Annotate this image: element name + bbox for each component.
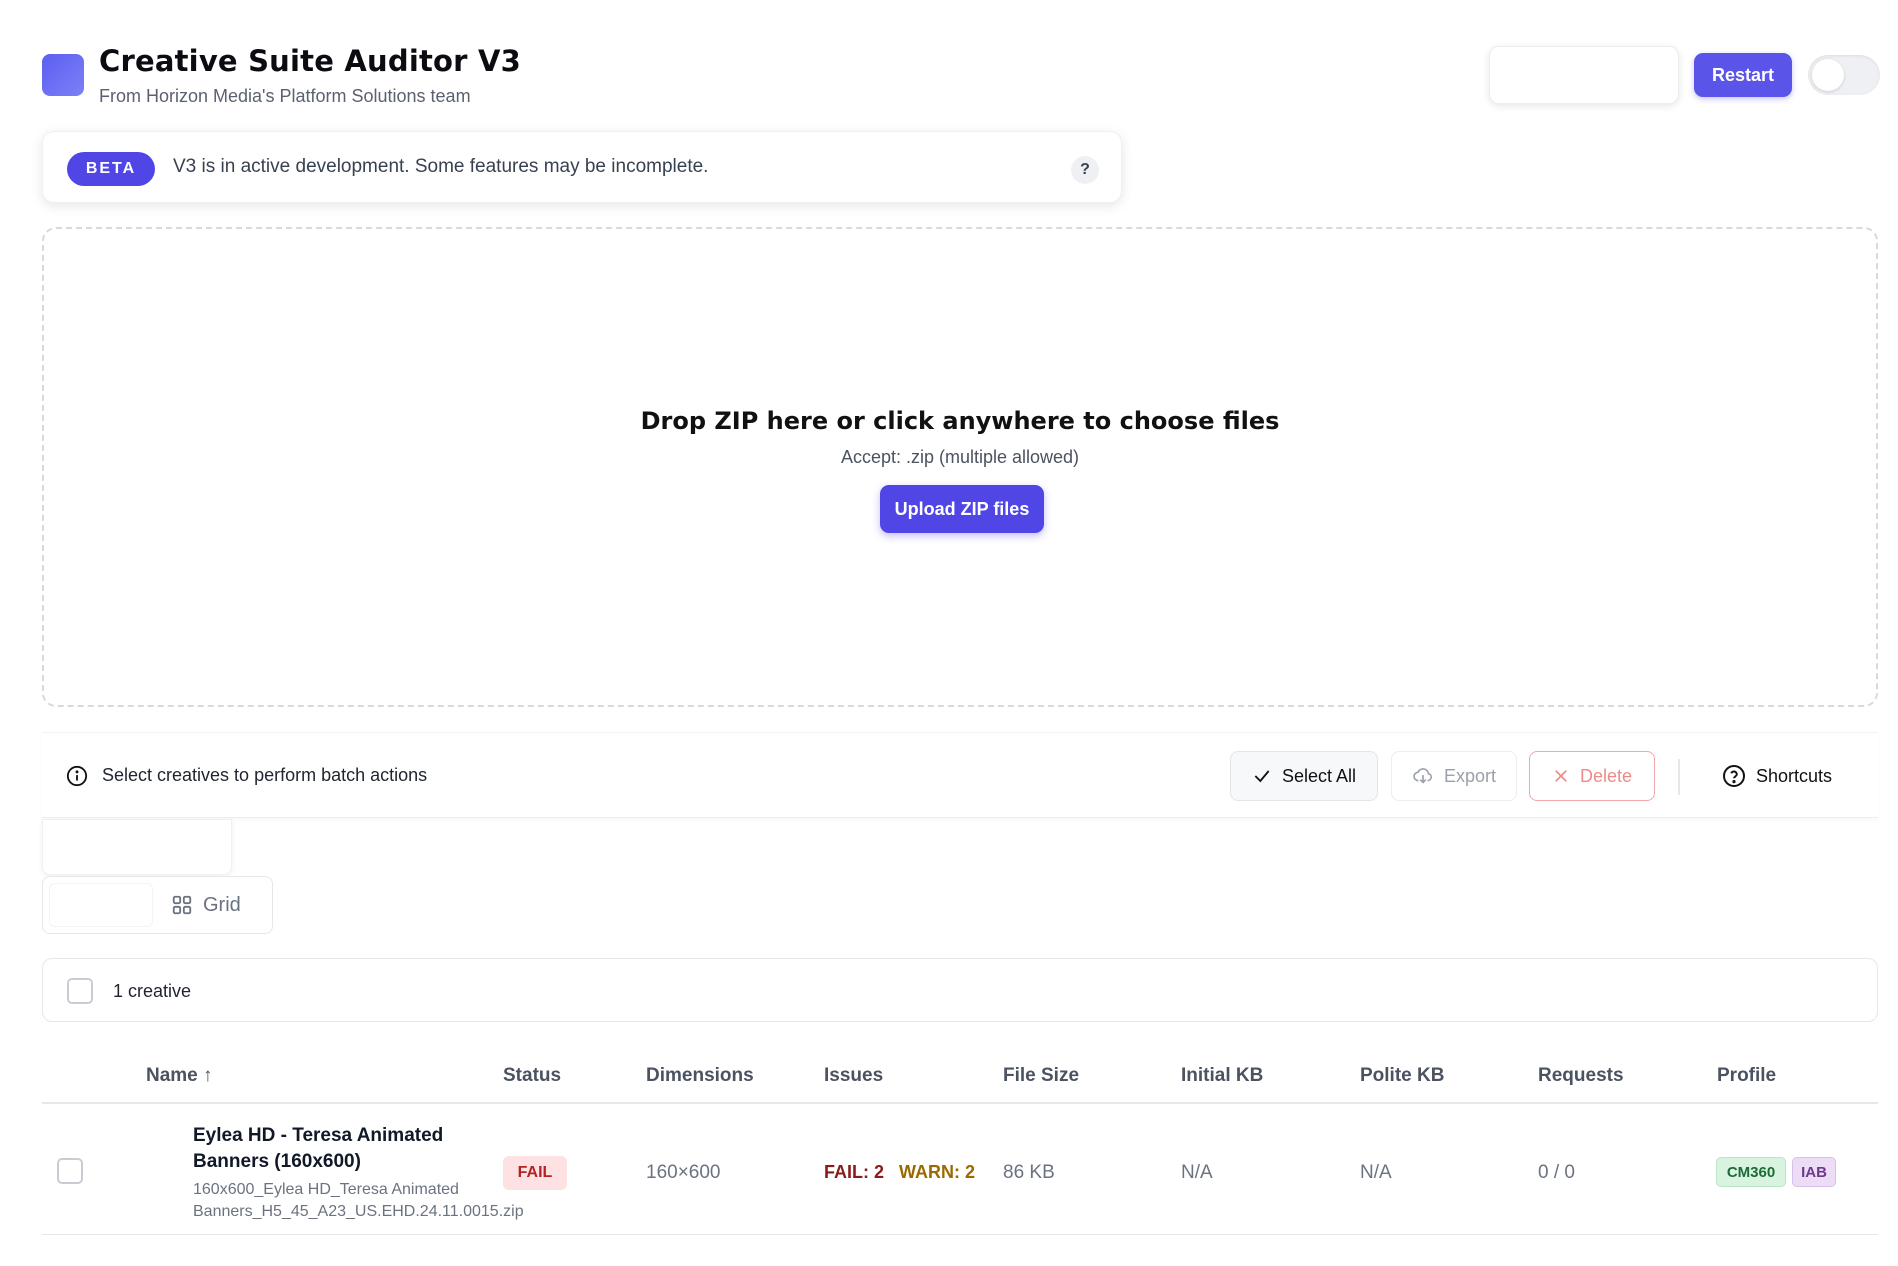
delete-label: Delete xyxy=(1579,765,1633,786)
profile-tag-cm360: CM360 xyxy=(1716,1157,1786,1187)
view-switch: Grid xyxy=(42,876,273,934)
beta-badge: BETA xyxy=(67,152,155,186)
select-all-label: Select All xyxy=(1281,765,1357,786)
column-header-polite-kb[interactable]: Polite KB xyxy=(1360,1065,1444,1087)
initial-kb-cell: N/A xyxy=(1181,1162,1213,1183)
issues-fail-count: FAIL: 2 xyxy=(824,1162,885,1182)
view-grid-option[interactable]: Grid xyxy=(171,883,241,927)
export-label: Export xyxy=(1443,765,1497,786)
close-icon xyxy=(1555,770,1567,782)
dropzone-accept-hint: Accept: .zip (multiple allowed) xyxy=(840,447,1080,467)
column-header-issues[interactable]: Issues xyxy=(824,1065,883,1087)
file-size-cell: 86 KB xyxy=(1003,1162,1055,1183)
column-header-initial-kb[interactable]: Initial KB xyxy=(1181,1065,1263,1087)
column-header-requests[interactable]: Requests xyxy=(1538,1065,1624,1087)
header-blank-panel xyxy=(1489,46,1679,104)
grid-label: Grid xyxy=(203,893,241,916)
upload-dropzone[interactable]: Drop ZIP here or click anywhere to choos… xyxy=(42,227,1878,707)
column-header-profile[interactable]: Profile xyxy=(1717,1065,1776,1087)
view-list-option[interactable] xyxy=(49,883,153,927)
selection-count-row: 1 creative xyxy=(42,958,1878,1022)
requests-cell: 0 / 0 xyxy=(1538,1162,1575,1183)
issues-warn-count: WARN: 2 xyxy=(899,1162,976,1182)
select-all-checkbox[interactable] xyxy=(67,978,93,1004)
dimensions-cell: 160×600 xyxy=(646,1162,721,1183)
page-title: Creative Suite Auditor V3 xyxy=(99,44,521,78)
page-subtitle: From Horizon Media's Platform Solutions … xyxy=(99,86,471,106)
batch-hint: Select creatives to perform batch action… xyxy=(102,765,428,785)
profile-tag-iab: IAB xyxy=(1792,1157,1836,1187)
grid-icon xyxy=(172,895,192,915)
shortcuts-label: Shortcuts xyxy=(1755,765,1833,786)
row-checkbox[interactable] xyxy=(57,1158,83,1184)
creative-count: 1 creative xyxy=(113,981,192,1001)
dropzone-title: Drop ZIP here or click anywhere to choos… xyxy=(640,407,1280,435)
help-icon[interactable]: ? xyxy=(1071,156,1099,184)
theme-toggle[interactable] xyxy=(1808,55,1880,95)
creative-name[interactable]: Eylea HD - Teresa Animated Banners (160x… xyxy=(193,1123,483,1175)
toolbar-divider xyxy=(1678,759,1680,795)
cloud-download-icon xyxy=(1413,768,1432,784)
export-button[interactable]: Export xyxy=(1391,751,1517,801)
polite-kb-cell: N/A xyxy=(1360,1162,1392,1183)
beta-banner: BETA V3 is in active development. Some f… xyxy=(42,131,1122,203)
creative-filename: 160x600_Eylea HD_Teresa Animated Banners… xyxy=(193,1181,524,1220)
column-header-dimensions[interactable]: Dimensions xyxy=(646,1065,754,1087)
batch-actions-bar: Select creatives to perform batch action… xyxy=(42,732,1878,818)
info-icon xyxy=(66,765,88,787)
upload-zip-button[interactable]: Upload ZIP files xyxy=(880,485,1044,533)
table-header: Name ↑ Status Dimensions Issues File Siz… xyxy=(42,1050,1878,1104)
status-badge: FAIL xyxy=(503,1156,567,1190)
check-icon xyxy=(1254,770,1270,783)
column-header-name[interactable]: Name ↑ xyxy=(146,1065,213,1087)
question-circle-icon xyxy=(1722,765,1745,787)
column-header-status[interactable]: Status xyxy=(503,1065,561,1087)
column-header-file-size[interactable]: File Size xyxy=(1003,1065,1079,1087)
restart-button[interactable]: Restart xyxy=(1694,53,1792,97)
select-all-button[interactable]: Select All xyxy=(1230,751,1378,801)
toggle-knob xyxy=(1812,59,1844,91)
issues-cell: FAIL: 2 WARN: 2 xyxy=(824,1162,975,1183)
table-row[interactable]: Eylea HD - Teresa Animated Banners (160x… xyxy=(42,1105,1878,1235)
shortcuts-button[interactable]: Shortcuts xyxy=(1706,751,1848,801)
app-logo xyxy=(42,54,84,96)
view-dropdown-panel xyxy=(42,819,232,875)
delete-button[interactable]: Delete xyxy=(1529,751,1655,801)
beta-message: V3 is in active development. Some featur… xyxy=(173,156,709,177)
